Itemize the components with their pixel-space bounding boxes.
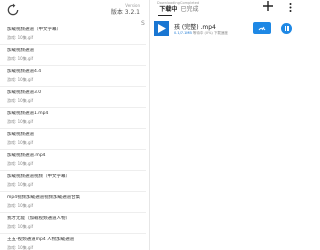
play-icon [158,24,166,33]
list-item[interactable]: 加载视频通道3.0 游戏: 10集.gif [0,87,146,108]
file-name: 加载视频通道1.mp4 [7,111,49,116]
list-item[interactable]: 加载视频通道 游戏: 10集.gif [0,129,146,150]
file-meta: 游戏: 10集.gif [7,161,34,166]
file-meta: 游戏: 10集.gif [7,119,34,124]
list-item[interactable]: 加载视频通道视频（中文字幕） 游戏: 10集.gif [0,171,146,192]
list-item[interactable]: 加载视频通道1.mp4 游戏: 10集.gif [0,108,146,129]
download-filename: 孩 (完整) .mp4 [174,24,216,31]
list-item[interactable]: 王五-视频通道mp4 人物加载通道 游戏: 10集.gif [0,234,146,250]
version-label: 版本 3.2.1 [110,9,140,16]
version-subtitle: Version [125,3,140,8]
download-header: Downloading 下载中 Completed 已完成 [150,0,300,17]
list-item[interactable]: 加载视频通道 游戏: 10集.gif [0,45,146,66]
list-item[interactable]: 加载视频通道.mp4 游戏: 10集.gif [0,150,146,171]
list-item[interactable]: mp4视频加载通道视频加载通道合集 游戏: 10集.gif [0,192,146,213]
file-meta: 游戏: 10集.gif [7,35,34,40]
file-name: 加载视频通道 [7,132,34,137]
download-panel: Downloading 下载中 Completed 已完成 孩 (完整) .mp… [150,0,300,250]
download-item[interactable]: 孩 (完整) .mp4 0.1/7.1MB 等待中 (0%) 下载速度 [150,19,300,39]
play-button[interactable] [154,21,169,36]
file-meta: 游戏: 10集.gif [7,56,34,61]
tab-downloading-label: 下载中 [159,6,178,13]
file-meta: 游戏: 10集.gif [7,140,34,145]
download-progress: 0.1/7.1MB [174,31,192,35]
left-header: Version 版本 3.2.1 [0,0,149,19]
list-item[interactable]: 加载视频通道4.4 游戏: 10集.gif [0,66,146,87]
file-name: 加载视频通道视频（中文字幕） [7,174,70,179]
file-name: 加载视频通道.mp4 [7,153,46,158]
tab-completed-label: 已完成 [180,6,199,13]
file-name: 加载视频通道4.4 [7,69,42,74]
file-meta: 游戏: 10集.gif [7,245,34,250]
file-meta: 游戏: 10集.gif [7,98,34,103]
file-name: 加载视频通道 [7,48,34,53]
file-name: 加载视频通道（中文字幕） [7,27,61,32]
list-item[interactable]: 我才无能（加载视频通道人物） 游戏: 10集.gif [0,213,146,234]
version-info: Version 版本 3.2.1 [111,2,140,16]
pause-button[interactable] [281,23,292,34]
download-status: 0.1/7.1MB 等待中 (0%) 下载速度 [174,31,228,36]
file-name: 我才无能（加载视频通道人物） [7,216,70,221]
file-name: 王五-视频通道mp4 人物加载通道 [7,237,75,242]
file-name: mp4视频加载通道视频加载通道合集 [7,195,81,200]
refresh-icon[interactable] [6,3,20,17]
active-tab-indicator [158,15,172,16]
file-name: 加载视频通道3.0 [7,90,42,95]
file-meta: 游戏: 10集.gif [7,203,34,208]
file-meta: 游戏: 10集.gif [7,77,34,82]
file-list-panel: Version 版本 3.2.1 S 加载视频通道（中文字幕） 游戏: 10集.g… [0,0,150,250]
more-vert-icon[interactable] [289,3,292,12]
speed-button[interactable] [253,22,271,34]
list-item[interactable]: 加载视频通道（中文字幕） 游戏: 10集.gif [0,24,146,45]
tab-downloading[interactable]: Downloading 下载中 [157,1,180,14]
download-status-text: 等待中 (0%) 下载速度 [192,31,228,35]
file-list: 加载视频通道（中文字幕） 游戏: 10集.gif 加载视频通道 游戏: 10集.gif… [0,24,146,250]
file-meta: 游戏: 10集.gif [7,224,34,229]
speed-icon [258,26,266,31]
tab-completed[interactable]: Completed 已完成 [180,1,199,14]
file-meta: 游戏: 10集.gif [7,182,34,187]
add-icon[interactable] [263,1,273,11]
